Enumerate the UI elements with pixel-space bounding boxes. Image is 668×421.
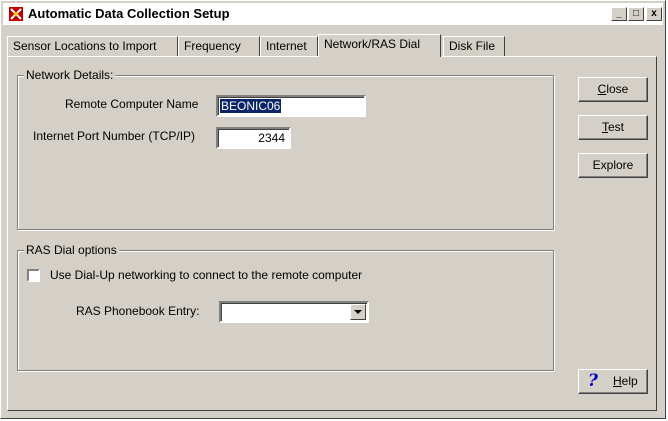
dialup-checkbox-label[interactable]: Use Dial-Up networking to connect to the… — [50, 268, 362, 282]
tab-network-ras-dial[interactable]: Network/RAS Dial — [318, 34, 441, 57]
tab-panel: Network Details: Remote Computer Name BE… — [7, 56, 657, 411]
port-number-input[interactable]: 2344 — [216, 127, 291, 149]
remote-computer-label: Remote Computer Name — [65, 97, 199, 111]
close-window-button[interactable]: x — [646, 7, 662, 21]
explore-button[interactable]: Explore — [578, 153, 648, 178]
maximize-button[interactable]: □ — [628, 7, 644, 21]
dropdown-arrow-icon[interactable] — [350, 304, 366, 320]
network-details-group: Network Details: Remote Computer Name BE… — [17, 68, 554, 230]
remote-computer-input[interactable]: BEONIC06 — [216, 95, 366, 117]
minimize-button[interactable]: _ — [611, 7, 627, 21]
phonebook-label: RAS Phonebook Entry: — [76, 304, 200, 318]
test-button[interactable]: Test — [578, 115, 648, 140]
port-number-label: Internet Port Number (TCP/IP) — [33, 129, 196, 143]
close-button[interactable]: Close — [578, 77, 648, 102]
help-button[interactable]: ? Help — [578, 369, 648, 394]
tab-frequency[interactable]: Frequency — [178, 36, 260, 56]
ras-dial-label: RAS Dial options — [24, 243, 119, 257]
tab-sensor-locations[interactable]: Sensor Locations to Import — [7, 36, 178, 56]
network-details-label: Network Details: — [24, 68, 116, 82]
tab-internet[interactable]: Internet — [260, 36, 318, 56]
window-title: Automatic Data Collection Setup — [28, 6, 230, 21]
app-icon — [9, 7, 23, 21]
help-icon: ? — [588, 371, 598, 391]
dialup-checkbox[interactable] — [27, 269, 40, 282]
ras-dial-group: RAS Dial options Use Dial-Up networking … — [17, 243, 554, 371]
tab-disk-file[interactable]: Disk File — [443, 36, 505, 56]
title-bar[interactable]: Automatic Data Collection Setup _ □ x — [3, 3, 663, 26]
setup-dialog: Automatic Data Collection Setup _ □ x Se… — [0, 0, 666, 419]
phonebook-dropdown[interactable] — [219, 301, 369, 323]
